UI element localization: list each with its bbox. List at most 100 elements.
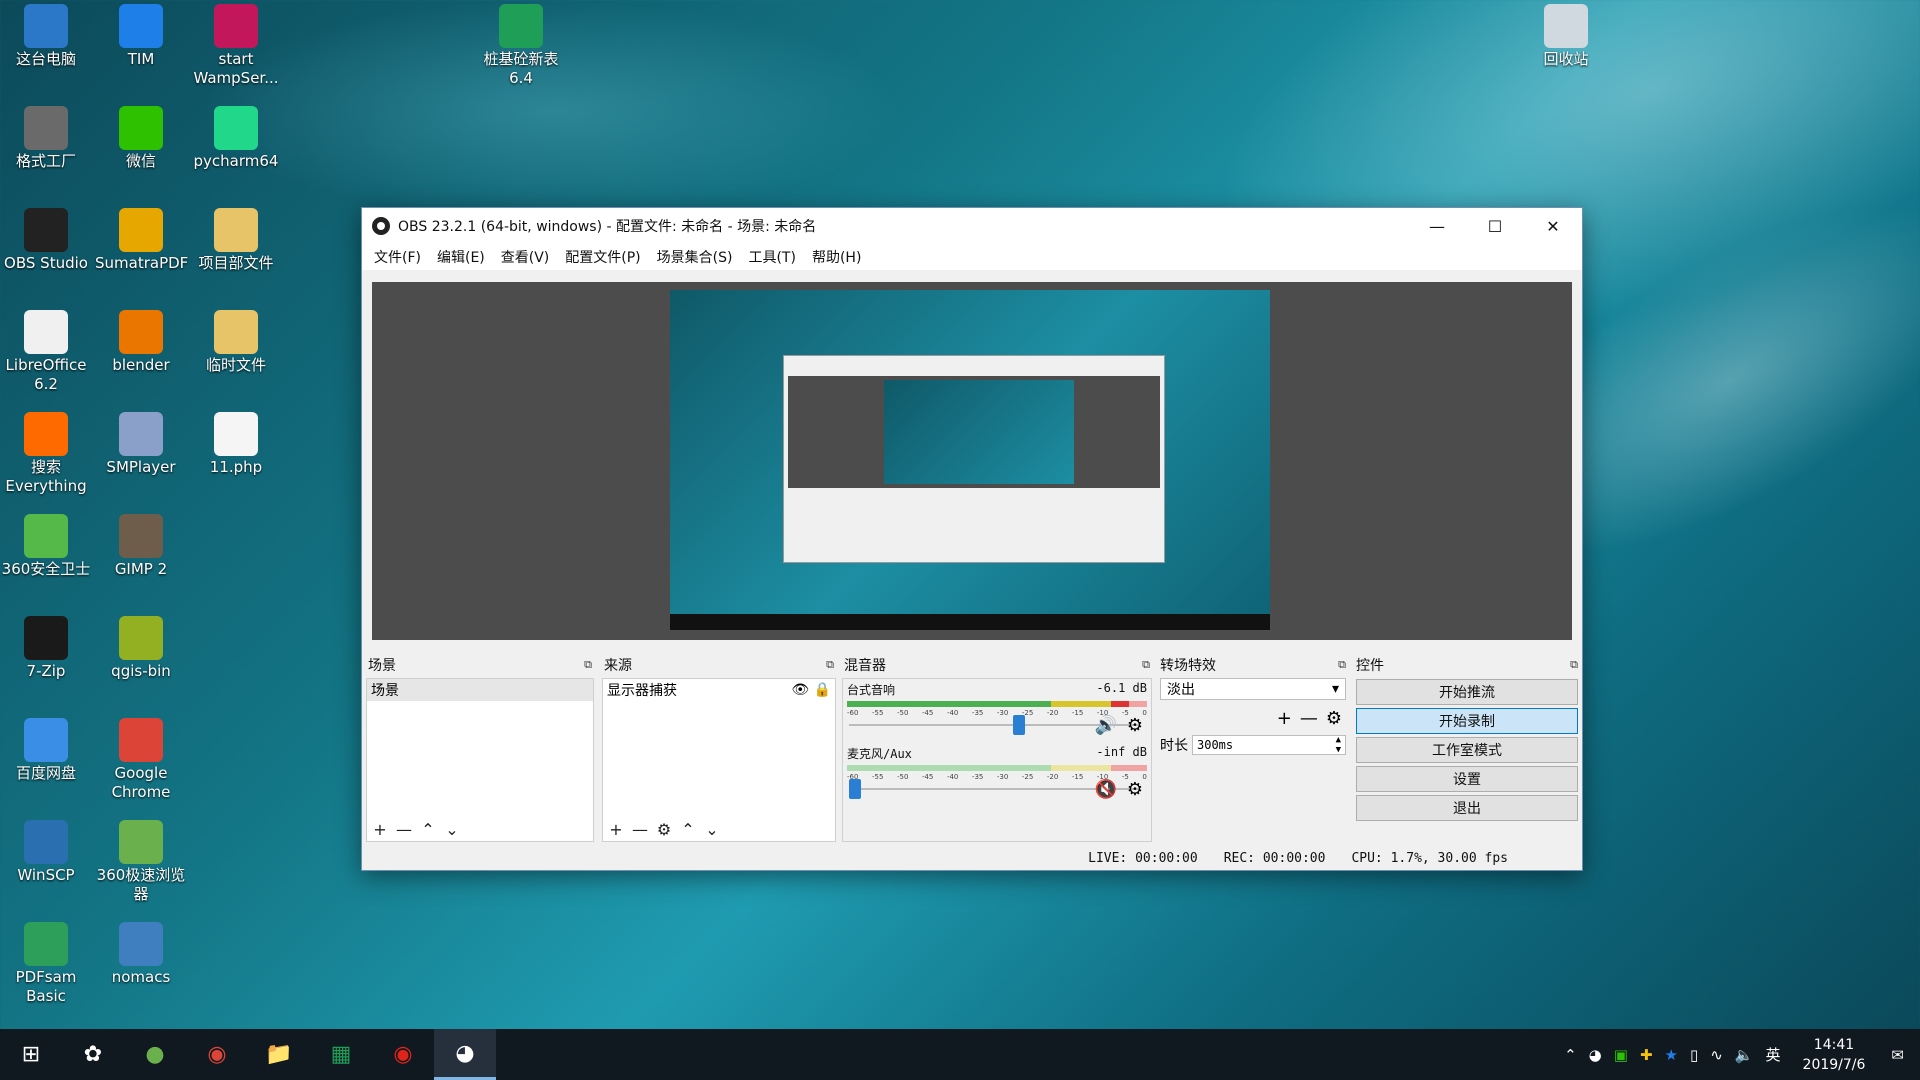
move-up-icon[interactable]: ⌃ (419, 820, 437, 839)
desktop-shortcut[interactable]: SumatraPDF (95, 208, 188, 273)
move-down-icon[interactable]: ⌄ (443, 820, 461, 839)
preview-canvas[interactable] (372, 282, 1572, 640)
desktop-shortcut[interactable]: 微信 (95, 106, 187, 171)
speaker-muted-icon[interactable]: 🔇 (1094, 779, 1116, 800)
move-down-icon[interactable]: ⌄ (703, 820, 721, 839)
remove-icon[interactable]: — (631, 820, 649, 839)
close-button[interactable]: ✕ (1524, 208, 1582, 244)
gimp-icon (119, 514, 163, 558)
wifi-icon[interactable]: ∿ (1710, 1046, 1723, 1064)
title-bar[interactable]: OBS 23.2.1 (64-bit, windows) - 配置文件: 未命名… (362, 208, 1582, 244)
desktop-shortcut[interactable]: 项目部文件 (190, 208, 282, 273)
menu-tools[interactable]: 工具(T) (740, 247, 803, 267)
app-tray-icon[interactable]: ▣ (1614, 1046, 1628, 1064)
desktop-shortcut[interactable]: 360安全卫士 (0, 514, 92, 579)
desktop-shortcut[interactable]: 11.php (190, 412, 282, 477)
start-recording-button[interactable]: 开始录制 (1356, 708, 1578, 734)
menu-view[interactable]: 查看(V) (493, 247, 558, 267)
desktop-shortcut[interactable]: blender (95, 310, 187, 375)
desktop-shortcut[interactable]: 这台电脑 (0, 4, 92, 69)
recycle-bin-icon (1544, 4, 1588, 48)
shortcut-label: nomacs (111, 968, 171, 986)
scenes-list[interactable]: 场景 + — ⌃ ⌄ (366, 678, 594, 842)
desktop-shortcut[interactable]: OBS Studio (0, 208, 92, 273)
add-icon[interactable]: + (607, 820, 625, 839)
menu-file[interactable]: 文件(F) (366, 247, 429, 267)
desktop-shortcut[interactable]: 回收站 (1520, 4, 1612, 69)
transition-select[interactable]: 淡出 ▾ (1160, 678, 1346, 700)
maximize-button[interactable]: ☐ (1466, 208, 1524, 244)
undock-icon[interactable]: ⧉ (826, 658, 834, 672)
desktop-shortcut[interactable]: GIMP 2 (95, 514, 187, 579)
desktop-shortcut[interactable]: PDFsam Basic (0, 922, 92, 1006)
desktop-shortcut[interactable]: 搜索 Everything (0, 412, 92, 496)
menu-profile[interactable]: 配置文件(P) (557, 247, 648, 267)
clock[interactable]: 14:41 2019/7/6 (1803, 1035, 1866, 1075)
desktop-shortcut[interactable]: SMPlayer (95, 412, 187, 477)
remove-icon[interactable]: — (395, 820, 413, 839)
lock-icon[interactable]: 🔒 (814, 682, 831, 698)
spin-arrows-icon[interactable]: ▲ ▼ (1336, 735, 1341, 755)
file-explorer-icon[interactable]: 📁 (248, 1029, 310, 1080)
visibility-eye-icon[interactable]: 👁 (791, 682, 809, 698)
chrome-icon[interactable]: ◉ (186, 1029, 248, 1080)
undock-icon[interactable]: ⧉ (1142, 658, 1150, 672)
desktop-shortcut[interactable]: 临时文件 (190, 310, 282, 375)
desktop-shortcut[interactable]: TIM (95, 4, 187, 69)
desktop-shortcut[interactable]: nomacs (95, 922, 187, 987)
settings-button[interactable]: 设置 (1356, 766, 1578, 792)
scene-item[interactable]: 场景 (367, 679, 593, 701)
desktop-shortcut[interactable]: start WampSer... (190, 4, 282, 88)
notification-icon[interactable]: ✉ (1891, 1046, 1904, 1064)
start-streaming-button[interactable]: 开始推流 (1356, 679, 1578, 705)
menu-help[interactable]: 帮助(H) (804, 247, 869, 267)
360-browser-icon[interactable]: ● (124, 1029, 186, 1080)
gear-icon[interactable]: ⚙ (1127, 779, 1143, 800)
gear-icon[interactable]: ⚙ (1127, 715, 1143, 736)
spreadsheet-icon[interactable]: ▦ (310, 1029, 372, 1080)
gear-icon[interactable]: ⚙ (1326, 708, 1342, 729)
exit-button[interactable]: 退出 (1356, 795, 1578, 821)
minimize-button[interactable]: — (1408, 208, 1466, 244)
remove-icon[interactable]: — (1300, 708, 1318, 729)
tim-tray-icon[interactable]: ★ (1665, 1046, 1678, 1064)
studio-mode-button[interactable]: 工作室模式 (1356, 737, 1578, 763)
shortcut-label: pycharm64 (193, 152, 279, 170)
volume-slider-handle[interactable] (1013, 715, 1025, 735)
obs-tray-icon[interactable]: ◕ (1589, 1046, 1602, 1064)
move-up-icon[interactable]: ⌃ (679, 820, 697, 839)
netease-music-icon[interactable]: ◉ (372, 1029, 434, 1080)
undock-icon[interactable]: ⧉ (1570, 658, 1578, 672)
desktop-shortcut[interactable]: 7-Zip (0, 616, 92, 681)
duration-spinbox[interactable]: 300ms ▲ ▼ (1192, 735, 1346, 755)
desktop-shortcut[interactable]: WinSCP (0, 820, 92, 885)
source-item[interactable]: 显示器捕获 👁 🔒 (603, 679, 835, 701)
volume-slider-handle[interactable] (849, 779, 861, 799)
speaker-icon[interactable]: 🔊 (1094, 715, 1116, 736)
windows-start-icon[interactable]: ⊞ (0, 1029, 62, 1080)
obs-icon[interactable]: ◕ (434, 1029, 496, 1080)
gear-icon[interactable]: ⚙ (655, 820, 673, 839)
obs-flower-icon[interactable]: ✿ (62, 1029, 124, 1080)
add-icon[interactable]: + (1277, 708, 1292, 729)
menu-scene-collection[interactable]: 场景集合(S) (649, 247, 741, 267)
desktop-shortcut[interactable]: 百度网盘 (0, 718, 92, 783)
shortcut-label: OBS Studio (4, 254, 88, 272)
desktop-shortcut[interactable]: LibreOffice 6.2 (0, 310, 92, 394)
undock-icon[interactable]: ⧉ (584, 658, 592, 672)
add-icon[interactable]: + (371, 820, 389, 839)
desktop-shortcut[interactable]: pycharm64 (190, 106, 282, 171)
desktop-shortcut[interactable]: Google Chrome (95, 718, 187, 802)
undock-icon[interactable]: ⧉ (1338, 658, 1346, 672)
menu-edit[interactable]: 编辑(E) (429, 247, 493, 267)
360-tray-icon[interactable]: ✚ (1640, 1046, 1653, 1064)
desktop-shortcut[interactable]: 桩基砼新表 6.4 (475, 4, 567, 88)
desktop-shortcut[interactable]: 格式工厂 (0, 106, 92, 171)
battery-icon[interactable]: ▯ (1690, 1046, 1698, 1064)
chevron-up-icon[interactable]: ⌃ (1564, 1046, 1577, 1064)
sources-list[interactable]: 显示器捕获 👁 🔒 + — ⚙ ⌃ ⌄ (602, 678, 836, 842)
desktop-shortcut[interactable]: qgis-bin (95, 616, 187, 681)
desktop-shortcut[interactable]: 360极速浏览器 (95, 820, 187, 904)
speaker-icon[interactable]: 🔈 (1735, 1046, 1754, 1064)
ime-indicator[interactable]: 英 (1766, 1044, 1781, 1065)
